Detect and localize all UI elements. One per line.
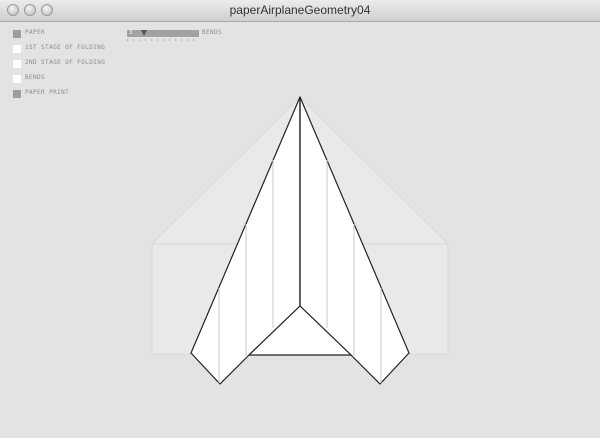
- app-window: paperAirplaneGeometry04 PAPER 1ST STAGE …: [0, 0, 600, 438]
- checkbox-label: PAPER PRINT: [25, 89, 70, 96]
- slider-handle-icon[interactable]: [141, 30, 147, 36]
- checkbox[interactable]: [13, 45, 21, 53]
- title-bar[interactable]: paperAirplaneGeometry04: [0, 0, 600, 22]
- checkbox[interactable]: [13, 90, 21, 98]
- checkbox[interactable]: [13, 30, 21, 38]
- checkbox[interactable]: [13, 75, 21, 83]
- airplane-scene: [150, 96, 450, 385]
- checkbox-label: PAPER: [25, 29, 46, 36]
- slider-value: 3: [129, 29, 133, 36]
- window-title: paperAirplaneGeometry04: [229, 3, 371, 17]
- sketch-canvas[interactable]: PAPER 1ST STAGE OF FOLDING 2ND STAGE OF …: [0, 22, 600, 438]
- slider-label: BENDS: [202, 29, 223, 36]
- checkbox-label: 1ST STAGE OF FOLDING: [25, 44, 106, 51]
- checkbox-label: 2ND STAGE OF FOLDING: [25, 59, 106, 66]
- checkbox[interactable]: [13, 60, 21, 68]
- slider-ticks: [127, 39, 199, 41]
- slider-track[interactable]: [127, 30, 199, 37]
- checkbox-label: BENDS: [25, 74, 46, 81]
